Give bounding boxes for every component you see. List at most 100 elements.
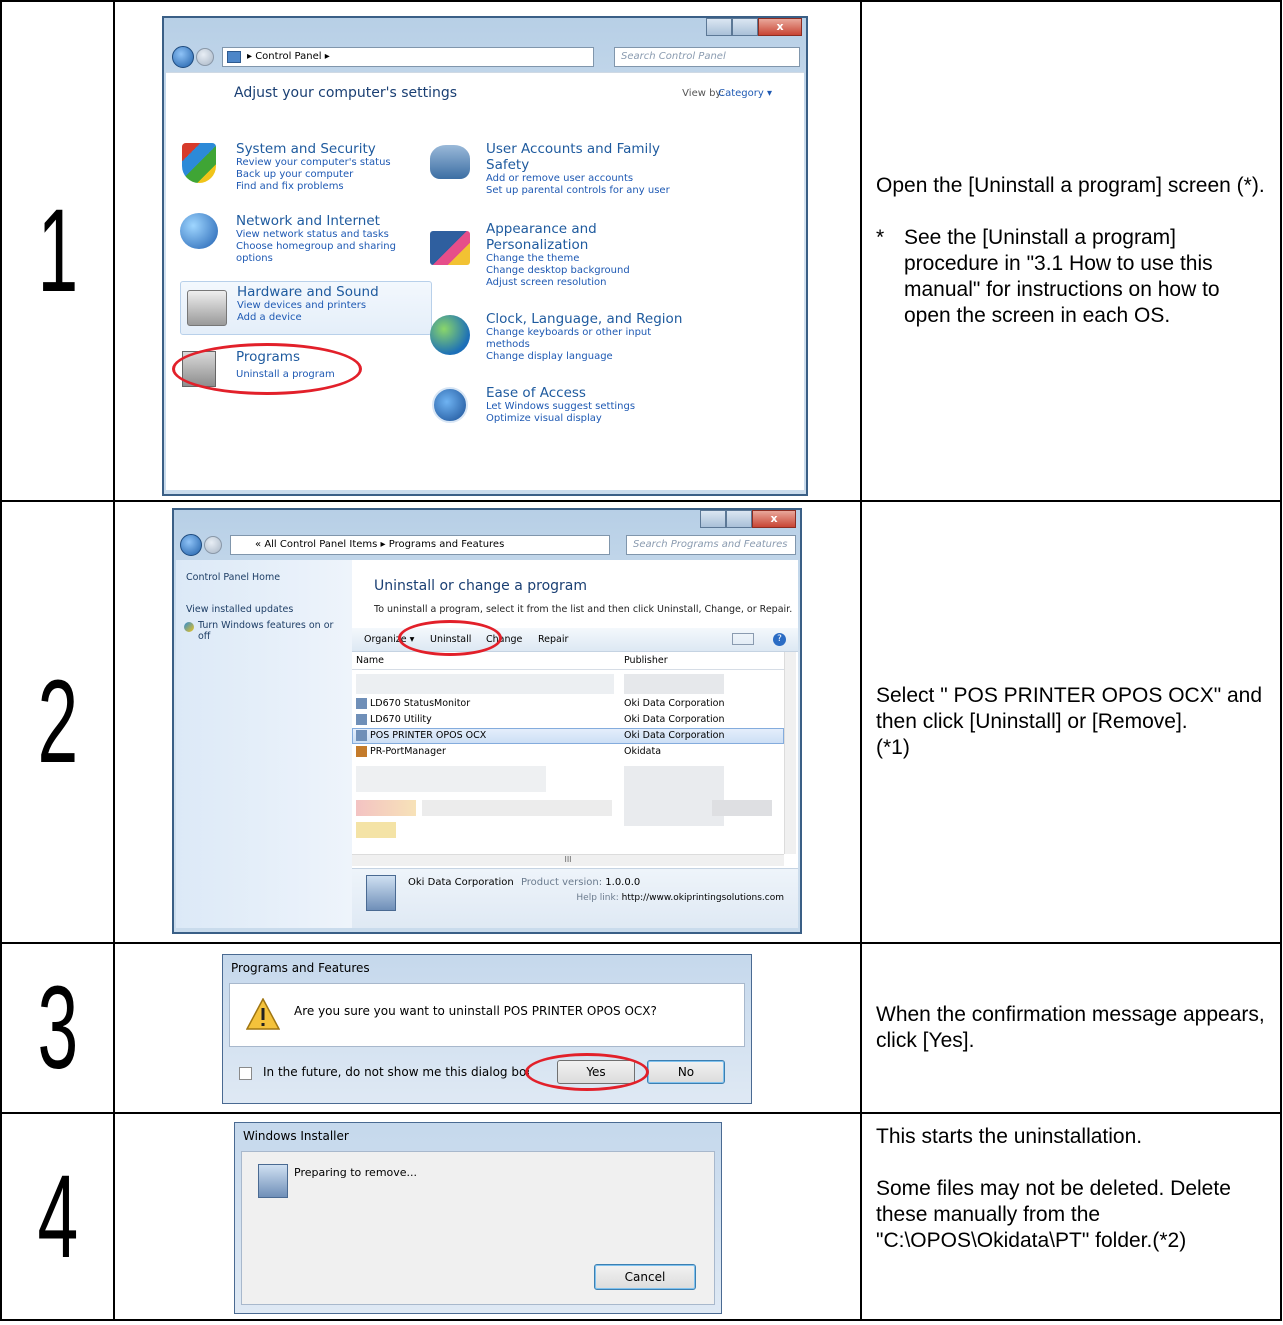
category-link[interactable]: Change the theme [486, 253, 786, 265]
help-icon[interactable]: ? [773, 633, 786, 646]
page-heading: Adjust your computer's settings [234, 85, 458, 101]
category-title[interactable]: Clock, Language, and Region [486, 311, 786, 327]
view-by-dropdown[interactable]: Category ▾ [718, 88, 772, 99]
close-button[interactable]: x [758, 18, 802, 36]
page-heading: Uninstall or change a program [374, 578, 588, 594]
category-link[interactable]: Change desktop background [486, 265, 786, 277]
help-link-label: Help link: [576, 893, 619, 903]
search-input[interactable]: Search Programs and Features [626, 535, 796, 555]
category-title[interactable]: Personalization [486, 237, 786, 253]
category-title[interactable]: Hardware and Sound [237, 284, 379, 300]
printer-icon [187, 290, 227, 326]
program-publisher: Oki Data Corporation [624, 698, 725, 709]
category-appearance[interactable]: Appearance and Personalization Change th… [430, 221, 786, 289]
programs-features-window: x « All Control Panel Items ▸ Programs a… [172, 508, 802, 934]
details-pane: Oki Data Corporation Product version: 1.… [352, 868, 798, 928]
help-link[interactable]: http://www.okiprintingsolutions.com [622, 893, 784, 903]
category-link[interactable]: methods [486, 339, 786, 351]
category-user-accounts[interactable]: User Accounts and Family Safety Add or r… [430, 141, 786, 197]
screenshot-cell: x « All Control Panel Items ▸ Programs a… [113, 500, 862, 944]
instruction-text: To uninstall a program, select it from t… [374, 604, 793, 615]
installer-icon [356, 714, 367, 725]
vertical-scrollbar[interactable] [784, 652, 796, 854]
horizontal-scrollbar[interactable]: III [352, 854, 784, 866]
category-link[interactable]: Find and fix problems [236, 181, 486, 193]
installer-icon [356, 730, 367, 741]
back-button[interactable] [172, 46, 194, 68]
breadcrumb: All Control Panel Items ▸ Programs and F… [264, 539, 505, 550]
list-item-selected[interactable]: POS PRINTER OPOS OCX Oki Data Corporatio… [352, 728, 784, 744]
views-icon[interactable] [732, 633, 754, 645]
step-number-cell: 4 [0, 1112, 115, 1321]
description-cell: Open the [Uninstall a program] screen (*… [860, 0, 1282, 502]
dont-show-checkbox[interactable] [239, 1067, 252, 1080]
category-title[interactable]: Safety [486, 157, 786, 173]
repair-button[interactable]: Repair [538, 634, 568, 645]
view-by-value: Category [718, 88, 764, 99]
sidebar-item-windows-features[interactable]: Turn Windows features on or off [198, 620, 338, 642]
category-link[interactable]: Optimize visual display [486, 413, 786, 425]
category-link[interactable]: Add a device [237, 312, 379, 324]
users-icon [430, 145, 470, 179]
search-input[interactable]: Search Control Panel [614, 47, 800, 67]
step-note: Some files may not be deleted. Delete th… [876, 1177, 1231, 1252]
address-bar[interactable]: « All Control Panel Items ▸ Programs and… [230, 535, 610, 555]
category-ease-of-access[interactable]: Ease of Access Let Windows suggest setti… [432, 385, 786, 425]
category-title[interactable]: Network and Internet [236, 213, 486, 229]
program-publisher: Oki Data Corporation [624, 730, 725, 741]
category-title[interactable]: Appearance and [486, 221, 786, 237]
footnote-mark: * [876, 226, 885, 249]
minimize-button[interactable] [700, 510, 726, 528]
dialog-title: Programs and Features [231, 961, 370, 975]
step-number: 3 [37, 962, 78, 1094]
column-name[interactable]: Name [356, 655, 384, 666]
category-link[interactable]: Adjust screen resolution [486, 277, 786, 289]
close-button[interactable]: x [752, 510, 796, 528]
step-row-3: 3 Programs and Features Are you sure you… [0, 942, 1282, 1114]
details-publisher: Oki Data Corporation [408, 877, 514, 888]
blurred-row [624, 766, 724, 826]
main-pane: Uninstall or change a program To uninsta… [352, 560, 798, 928]
category-link[interactable]: Change keyboards or other input [486, 327, 786, 339]
category-link[interactable]: Change display language [486, 351, 786, 363]
version-value: 1.0.0.0 [605, 877, 641, 888]
category-clock-region[interactable]: Clock, Language, and Region Change keybo… [430, 311, 786, 363]
category-title[interactable]: User Accounts and Family [486, 141, 786, 157]
list-item[interactable]: LD670 Utility Oki Data Corporation [352, 712, 784, 728]
highlight-circle [172, 343, 362, 395]
breadcrumb-overflow[interactable]: « [255, 539, 261, 550]
forward-button[interactable] [196, 48, 214, 66]
control-panel-icon [227, 51, 241, 63]
maximize-button[interactable] [732, 18, 758, 36]
dont-show-label[interactable]: In the future, do not show me this dialo… [263, 1065, 529, 1079]
sidebar-item-control-panel-home[interactable]: Control Panel Home [186, 572, 280, 583]
screenshot-cell: Windows Installer Preparing to remove...… [113, 1112, 862, 1321]
forward-button[interactable] [204, 536, 222, 554]
address-bar[interactable]: ▸ Control Panel ▸ [222, 47, 594, 67]
category-hardware-sound[interactable]: Hardware and Sound View devices and prin… [180, 281, 432, 335]
cancel-button[interactable]: Cancel [594, 1264, 696, 1290]
appearance-icon [430, 231, 470, 265]
list-item[interactable]: LD670 StatusMonitor Oki Data Corporation [352, 696, 784, 712]
program-name: LD670 Utility [370, 714, 432, 725]
maximize-button[interactable] [726, 510, 752, 528]
column-publisher[interactable]: Publisher [624, 655, 668, 666]
details-help-line: Help link: http://www.okiprintingsolutio… [576, 893, 784, 903]
content-pane: Adjust your computer's settings View by:… [166, 72, 804, 490]
category-link[interactable]: Add or remove user accounts [486, 173, 786, 185]
installer-icon [258, 1164, 288, 1198]
category-link[interactable]: View devices and printers [237, 300, 379, 312]
no-button[interactable]: No [647, 1060, 725, 1084]
installer-icon [366, 875, 396, 911]
blurred-row [712, 800, 772, 816]
minimize-button[interactable] [706, 18, 732, 36]
dialog-message: Are you sure you want to uninstall POS P… [294, 1004, 657, 1018]
category-title[interactable]: Ease of Access [486, 385, 786, 401]
back-button[interactable] [180, 534, 202, 556]
list-item[interactable]: PR-PortManager Okidata [352, 744, 784, 760]
category-link[interactable]: Let Windows suggest settings [486, 401, 786, 413]
category-link[interactable]: Set up parental controls for any user [486, 185, 786, 197]
description-cell: When the confirmation message appears, c… [860, 942, 1282, 1114]
program-name: LD670 StatusMonitor [370, 698, 471, 709]
sidebar-item-installed-updates[interactable]: View installed updates [186, 604, 293, 615]
